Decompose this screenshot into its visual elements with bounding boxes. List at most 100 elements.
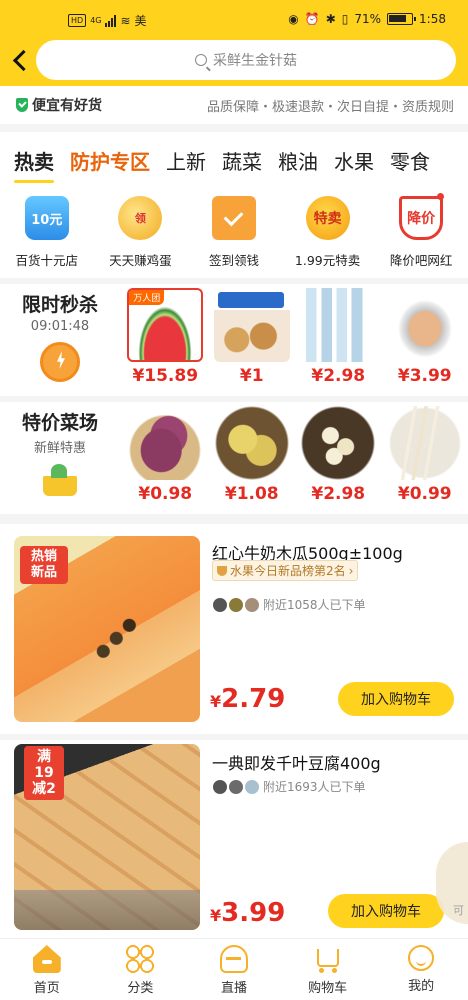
product-card[interactable]: 满19减2 一典即发千叶豆腐400g 附近1693人已下单 ¥3.99 加入购物… [0,740,468,938]
nav-label: 首页 [33,981,60,996]
tab-hot[interactable]: 热卖 [14,146,54,183]
platter-image [386,288,463,362]
flash-product[interactable]: ¥3.99 [382,284,468,386]
avatar [228,596,244,613]
shortcut-special-sale[interactable]: 特卖 1.99元特卖 [281,196,375,269]
price-drop-icon-text: 降价 [407,211,436,227]
flash-product[interactable]: 万人团 ¥15.89 [122,284,209,386]
nav-label: 直播 [220,981,247,996]
tab-protection[interactable]: 防护专区 [70,146,150,175]
bluetooth-icon: ✱ [325,12,336,26]
flash-sale-countdown: 09:01:48 [30,319,90,334]
hd-icon: HD [68,14,87,27]
tab-grain-oil[interactable]: 粮油 [278,146,318,175]
nav-label: 购物车 [308,981,348,996]
calendar-check-icon [211,196,256,240]
shortcut-label: 签到领钱 [208,253,259,268]
category-card: 热卖 防护专区 上新 蔬菜 粮油 水果 零食 10元 百货十元店 领 天天赚鸡蛋… [0,132,468,278]
product-price: ¥1 [239,366,264,386]
nav-label: 分类 [127,981,154,996]
profile-icon [408,945,435,971]
battery-icon [387,13,417,25]
buyers-text: 附近1693人已下单 [263,780,366,794]
trophy-icon [217,565,227,576]
veg-product[interactable]: ¥1.08 [209,402,296,504]
veg-product[interactable]: ¥2.98 [295,402,382,504]
eye-icon: ◉ [288,12,299,26]
garlic-image [300,406,377,480]
avatar [212,778,228,795]
store-basket-icon: 10元 [24,196,69,240]
buyers-row: 附近1058人已下单 [212,596,366,613]
nav-category[interactable]: 分类 [94,939,188,1000]
signal-icon [105,14,117,27]
add-to-cart-button[interactable]: 加入购物车 [338,682,454,716]
grid-icon [126,945,155,973]
category-tabs: 热卖 防护专区 上新 蔬菜 粮油 水果 零食 [14,146,430,183]
tab-new[interactable]: 上新 [166,146,206,175]
nav-me[interactable]: 我的 [374,939,468,1000]
tab-vegetables[interactable]: 蔬菜 [222,146,262,175]
shortcut-label: 天天赚鸡蛋 [109,253,172,268]
back-button[interactable] [10,46,30,74]
home-icon [32,945,61,973]
ice-bar-image [300,288,377,362]
avatar [244,596,260,613]
clock-time: 1:58 [419,12,446,26]
tab-snacks[interactable]: 零食 [390,146,430,175]
watermelon-image: 万人团 [127,288,204,362]
guarantee-strip[interactable]: 便宜有好货 品质保障・极速退款・次日自提・资质规则 [0,86,468,124]
notification-dot [437,193,445,200]
add-to-cart-button[interactable]: 加入购物车 [328,894,444,928]
live-icon [219,945,248,973]
rank-text: 水果今日新品榜第2名 [230,564,346,578]
alarm-icon: ⏰ [304,12,320,26]
product-price: ¥15.89 [132,366,199,386]
product-price: ¥1.08 [224,484,279,504]
shortcut-ten-yuan-store[interactable]: 10元 百货十元店 [0,196,94,269]
buyers-row: 附近1693人已下单 [212,778,366,795]
search-icon [195,54,207,66]
shield-icon [16,98,28,112]
product-price: ¥3.99 [210,898,285,928]
nav-live[interactable]: 直播 [187,939,281,1000]
hot-new-badge: 热销新品 [20,546,68,584]
veg-market-title: 特价菜场 [21,412,98,434]
shortcut-checkin[interactable]: 签到领钱 [187,196,281,269]
special-icon-text: 特卖 [313,211,342,227]
rank-badge[interactable]: 水果今日新品榜第2名 › [212,560,359,581]
veg-product[interactable]: ¥0.99 [382,402,468,504]
veg-market-section[interactable]: 特价菜场 新鲜特惠 ¥0.98 ¥1.08 ¥2.98 ¥0.99 [0,402,468,514]
flash-product[interactable]: ¥1 [209,284,296,386]
egg-icon-text: 领 [134,212,146,225]
search-placeholder: 采鲜生金针菇 [213,53,297,69]
group-buy-tag: 万人团 [129,290,165,305]
shortcut-price-drop[interactable]: 降价 降价吧网红 [374,193,468,269]
shortcut-earn-eggs[interactable]: 领 天天赚鸡蛋 [94,196,188,269]
shortcut-label: 降价吧网红 [389,253,453,268]
search-input[interactable]: 采鲜生金针菇 [36,40,456,80]
price-drop-icon: 降价 [399,193,445,240]
nav-label: 我的 [408,979,435,994]
product-card[interactable]: 热销新品 红心牛奶木瓜500g±100g 水果今日新品榜第2名 › 附近1058… [0,524,468,734]
shortcut-label: 1.99元特卖 [294,253,361,268]
price-currency: ¥ [210,692,222,711]
flash-product[interactable]: ¥2.98 [295,284,382,386]
shortcut-row: 10元 百货十元店 领 天天赚鸡蛋 签到领钱 特卖 1.99元特卖 降价 降价吧… [0,193,468,269]
product-price: ¥3.99 [397,366,452,386]
header-bar: HD 4G ≋ 美 ◉ ⏰ ✱ ▯ 71% 1:58 采鲜生金针菇 [0,0,468,86]
product-title: 一典即发千叶豆腐400g [212,754,381,773]
cart-icon [316,949,339,973]
tab-fruit[interactable]: 水果 [334,146,374,175]
product-price: ¥0.99 [397,484,452,504]
guarantee-rules[interactable]: 品质保障・极速退款・次日自提・资质规则 [207,96,454,115]
price-value: 2.79 [221,684,286,714]
nav-home[interactable]: 首页 [0,939,94,1000]
avatar [244,778,260,795]
status-app-label: 美 [134,14,147,28]
papaya-image: 热销新品 [14,536,200,722]
nav-cart[interactable]: 购物车 [281,939,375,1000]
avatar [228,778,244,795]
flash-sale-section[interactable]: 限时秒杀 09:01:48 万人团 ¥15.89 ¥1 ¥2.98 ¥3.99 [0,284,468,396]
veg-product[interactable]: ¥0.98 [122,402,209,504]
